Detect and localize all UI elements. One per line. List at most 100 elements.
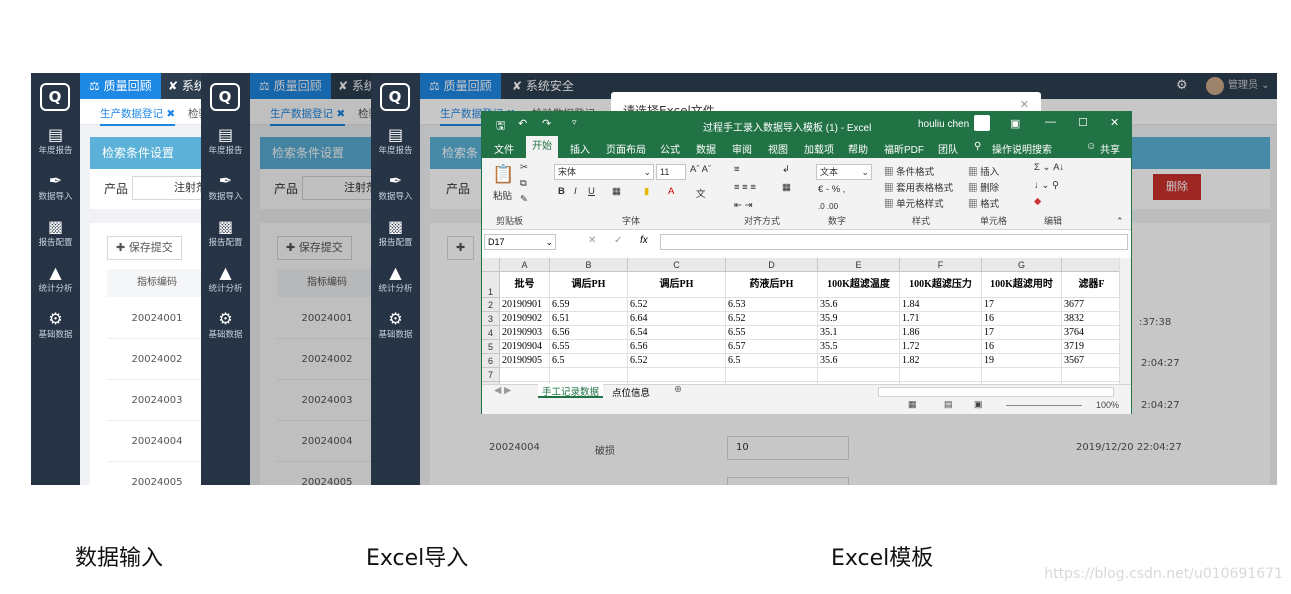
align-left-icon[interactable]: ≡ ≡ ≡ (734, 182, 756, 193)
table-format-button[interactable]: ▦ 套用表格格式 (884, 180, 953, 194)
empty-cell[interactable] (818, 368, 900, 382)
indent-icon[interactable]: ⇤ ⇥ (734, 200, 753, 211)
tab-foxit-pdf[interactable]: 福昕PDF (884, 141, 924, 156)
empty-cell[interactable] (982, 368, 1062, 382)
decimal-icon[interactable]: .0 .00 (818, 202, 838, 211)
sidebar-item-data-import[interactable]: ✒ 数据导入 (201, 171, 250, 202)
tell-me-search[interactable]: 操作说明搜索 (992, 141, 1052, 156)
data-cell[interactable]: 20190902 (500, 312, 550, 326)
data-cell[interactable]: 3567 (1062, 354, 1122, 368)
tab-formulas[interactable]: 公式 (660, 141, 680, 156)
conditional-format-button[interactable]: ▦ 条件格式 (884, 164, 934, 178)
undo-icon[interactable]: ↶ (518, 117, 527, 130)
data-cell[interactable]: 35.1 (818, 326, 900, 340)
data-cell[interactable]: 1.84 (900, 298, 982, 312)
sidebar-item-report-config[interactable]: ▩ 报告配置 (371, 217, 420, 248)
header-cell[interactable]: 药液后PH (726, 272, 818, 298)
align-top-icon[interactable]: ≡ (734, 164, 740, 175)
data-cell[interactable]: 6.5 (550, 354, 628, 368)
sidebar-item-annual-report[interactable]: ▤ 年度报告 (201, 125, 250, 156)
font-color-icon[interactable]: A (668, 186, 674, 197)
data-cell[interactable]: 6.57 (726, 340, 818, 354)
horizontal-scrollbar[interactable] (878, 387, 1114, 397)
sheet-tab-manual-data[interactable]: 手工记录数据 (538, 384, 604, 398)
collapse-ribbon-icon[interactable]: ⌃ (1116, 216, 1124, 227)
sidebar-item-annual-report[interactable]: ▤ 年度报告 (371, 125, 420, 156)
header-cell[interactable]: 100K超滤用时 (982, 272, 1062, 298)
header-cell[interactable]: 调后PH (550, 272, 628, 298)
data-cell[interactable]: 6.59 (550, 298, 628, 312)
header-cell[interactable]: 调后PH (628, 272, 726, 298)
data-cell[interactable]: 16 (982, 312, 1062, 326)
close-icon[interactable]: ✕ (1110, 116, 1119, 129)
data-cell[interactable]: 3832 (1062, 312, 1122, 326)
enter-icon[interactable]: ✓ (614, 235, 622, 246)
data-cell[interactable]: 1.86 (900, 326, 982, 340)
data-cell[interactable]: 1.72 (900, 340, 982, 354)
delete-cells-button[interactable]: ▦ 删除 (968, 180, 999, 194)
bold-icon[interactable]: B (558, 186, 565, 197)
empty-cell[interactable] (900, 368, 982, 382)
data-cell[interactable]: 19 (982, 354, 1062, 368)
maximize-icon[interactable]: ☐ (1078, 116, 1088, 129)
header-cell[interactable]: 100K超滤压力 (900, 272, 982, 298)
header-cell[interactable]: 100K超滤温度 (818, 272, 900, 298)
tab-file[interactable]: 文件 (494, 141, 514, 156)
phonetic-icon[interactable]: 文 (696, 186, 706, 200)
cancel-icon[interactable]: ✕ (588, 235, 596, 246)
vertical-scrollbar[interactable] (1119, 258, 1131, 384)
data-cell[interactable]: 6.56 (550, 326, 628, 340)
crumb-inspection-data[interactable]: 检验 (188, 106, 201, 121)
percent-icon[interactable]: € - % , (818, 184, 845, 195)
cut-icon[interactable]: ✂ (520, 162, 528, 173)
function-icon[interactable]: fx (640, 235, 648, 246)
data-cell[interactable]: 6.55 (550, 340, 628, 354)
save-icon[interactable]: 🖫 (496, 117, 505, 136)
sidebar-item-report-config[interactable]: ▩ 报告配置 (201, 217, 250, 248)
zoom-slider[interactable] (1006, 405, 1082, 406)
fill-color-icon[interactable]: ▮ (644, 186, 649, 197)
data-cell[interactable]: 20190905 (500, 354, 550, 368)
data-cell[interactable]: 17 (982, 298, 1062, 312)
share-button[interactable]: 共享 (1100, 141, 1120, 156)
product-input[interactable]: 注射剂 (132, 176, 201, 200)
border-icon[interactable]: ▦ (612, 186, 621, 197)
paste-button[interactable]: 粘贴 (493, 188, 512, 202)
tab-home[interactable]: 开始 (526, 136, 558, 158)
wrap-text-icon[interactable]: ↲ (782, 164, 790, 175)
tab-insert[interactable]: 插入 (570, 141, 590, 156)
sidebar-item-data-import[interactable]: ✒ 数据导入 (371, 171, 420, 202)
close-icon[interactable]: ✖ (166, 108, 175, 120)
formula-input[interactable] (660, 234, 1128, 250)
empty-cell[interactable] (628, 368, 726, 382)
tab-system-security[interactable]: ✘ 系统 (168, 73, 201, 99)
data-cell[interactable]: 3677 (1062, 298, 1122, 312)
font-name-select[interactable]: 宋体 ⌄ (554, 164, 654, 180)
format-painter-icon[interactable]: ✎ (520, 194, 528, 205)
ribbon-display-icon[interactable]: ▣ (1010, 117, 1020, 130)
paste-icon[interactable]: 📋 (492, 164, 514, 185)
data-cell[interactable]: 6.51 (550, 312, 628, 326)
page-break-icon[interactable]: ▣ (974, 399, 983, 410)
sidebar-item-base-data[interactable]: ⚙ 基础数据 (201, 309, 250, 340)
sidebar-item-annual-report[interactable]: ▤ 年度报告 (31, 125, 80, 156)
sheet-tab-point-info[interactable]: 点位信息 (612, 385, 650, 399)
sidebar-item-base-data[interactable]: ⚙ 基础数据 (31, 309, 80, 340)
empty-cell[interactable] (726, 368, 818, 382)
cell-style-button[interactable]: ▦ 单元格样式 (884, 196, 944, 210)
data-cell[interactable]: 6.55 (726, 326, 818, 340)
sidebar-item-statistics[interactable]: ▲ 统计分析 (31, 263, 80, 294)
data-cell[interactable]: 20190904 (500, 340, 550, 354)
data-cell[interactable]: 6.52 (628, 354, 726, 368)
data-cell[interactable]: 6.64 (628, 312, 726, 326)
copy-icon[interactable]: ⧉ (520, 178, 527, 189)
data-cell[interactable]: 20190903 (500, 326, 550, 340)
tab-view[interactable]: 视图 (768, 141, 788, 156)
insert-cells-button[interactable]: ▦ 插入 (968, 164, 999, 178)
normal-view-icon[interactable]: ▦ (908, 399, 917, 410)
data-cell[interactable]: 35.6 (818, 298, 900, 312)
crumb-production-data[interactable]: 生产数据登记 ✖ (100, 106, 176, 126)
tab-addins[interactable]: 加载项 (804, 141, 834, 156)
data-cell[interactable]: 16 (982, 340, 1062, 354)
sheet-nav-icon[interactable]: ◀ ▶ (494, 385, 511, 396)
